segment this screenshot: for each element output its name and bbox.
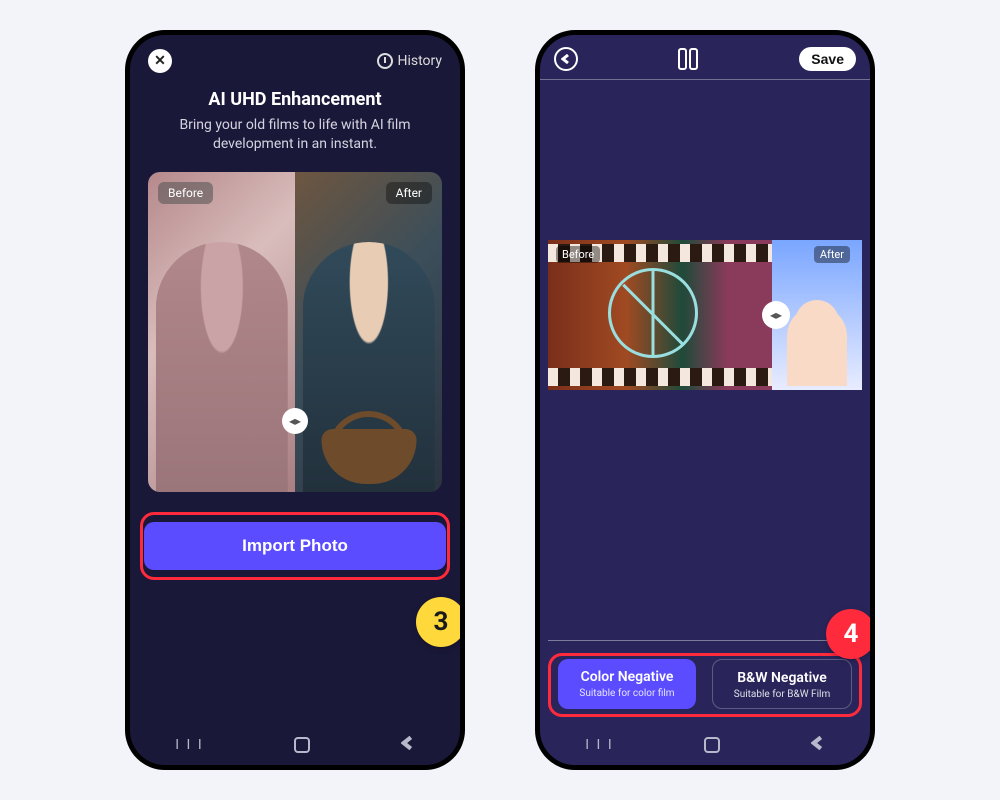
top-bar: ✕ History — [130, 35, 460, 79]
back-button[interactable] — [554, 47, 578, 71]
top-bar: Save — [540, 35, 870, 80]
compare-slider-handle[interactable]: ◂▸ — [282, 408, 308, 434]
phone-screen-enhance: ✕ History AI UHD Enhancement Bring your … — [125, 30, 465, 770]
history-label: History — [397, 53, 442, 69]
close-icon: ✕ — [154, 53, 166, 69]
mode-sub: Suitable for color film — [568, 688, 686, 699]
filmstrip-preview[interactable]: Before After ◂▸ — [548, 240, 862, 390]
save-button[interactable]: Save — [799, 47, 856, 71]
nav-back-button[interactable] — [401, 734, 415, 755]
nav-recents-button[interactable]: I I I — [585, 737, 613, 753]
before-label: Before — [158, 182, 213, 204]
ferris-wheel-illustration — [608, 268, 698, 358]
highlight-box-step3 — [140, 512, 450, 580]
compare-toggle-icon[interactable] — [678, 48, 700, 70]
before-figure — [155, 242, 287, 492]
import-area: Import Photo — [144, 522, 446, 570]
page-title: AI UHD Enhancement — [152, 89, 438, 110]
before-panel — [148, 172, 295, 492]
save-button-label: Save — [811, 51, 844, 67]
child-figure — [787, 306, 847, 386]
header-block: AI UHD Enhancement Bring your old films … — [130, 79, 460, 158]
before-label: Before — [556, 246, 600, 263]
phone-screen-editor: Save Before After ◂▸ Color Negative Suit… — [535, 30, 875, 770]
film-sprockets-bottom — [548, 368, 772, 386]
nav-home-button[interactable] — [294, 737, 310, 753]
android-nav-bar: I I I — [130, 734, 460, 755]
after-label: After — [814, 246, 850, 263]
mode-panel: Color Negative Suitable for color film B… — [548, 640, 862, 709]
before-after-preview[interactable]: Before After ◂▸ — [148, 172, 442, 492]
history-icon — [377, 53, 393, 69]
highlight-box-step4 — [548, 653, 862, 717]
slider-icon: ◂▸ — [289, 414, 301, 428]
step-badge-3: 3 — [416, 597, 465, 647]
after-label: After — [386, 182, 432, 204]
page-subtitle: Bring your old films to life with AI fil… — [152, 116, 438, 154]
slider-icon: ◂▸ — [770, 308, 782, 322]
android-nav-bar: I I I — [540, 734, 870, 755]
nav-recents-button[interactable]: I I I — [175, 737, 203, 753]
close-button[interactable]: ✕ — [148, 49, 172, 73]
step-badge-4: 4 — [826, 609, 875, 659]
after-panel — [295, 172, 442, 492]
history-button[interactable]: History — [377, 53, 442, 69]
compare-slider-handle[interactable]: ◂▸ — [762, 301, 790, 329]
nav-back-button[interactable] — [811, 734, 825, 755]
nav-home-button[interactable] — [704, 737, 720, 753]
mode-sub: Suitable for B&W Film — [723, 689, 841, 700]
